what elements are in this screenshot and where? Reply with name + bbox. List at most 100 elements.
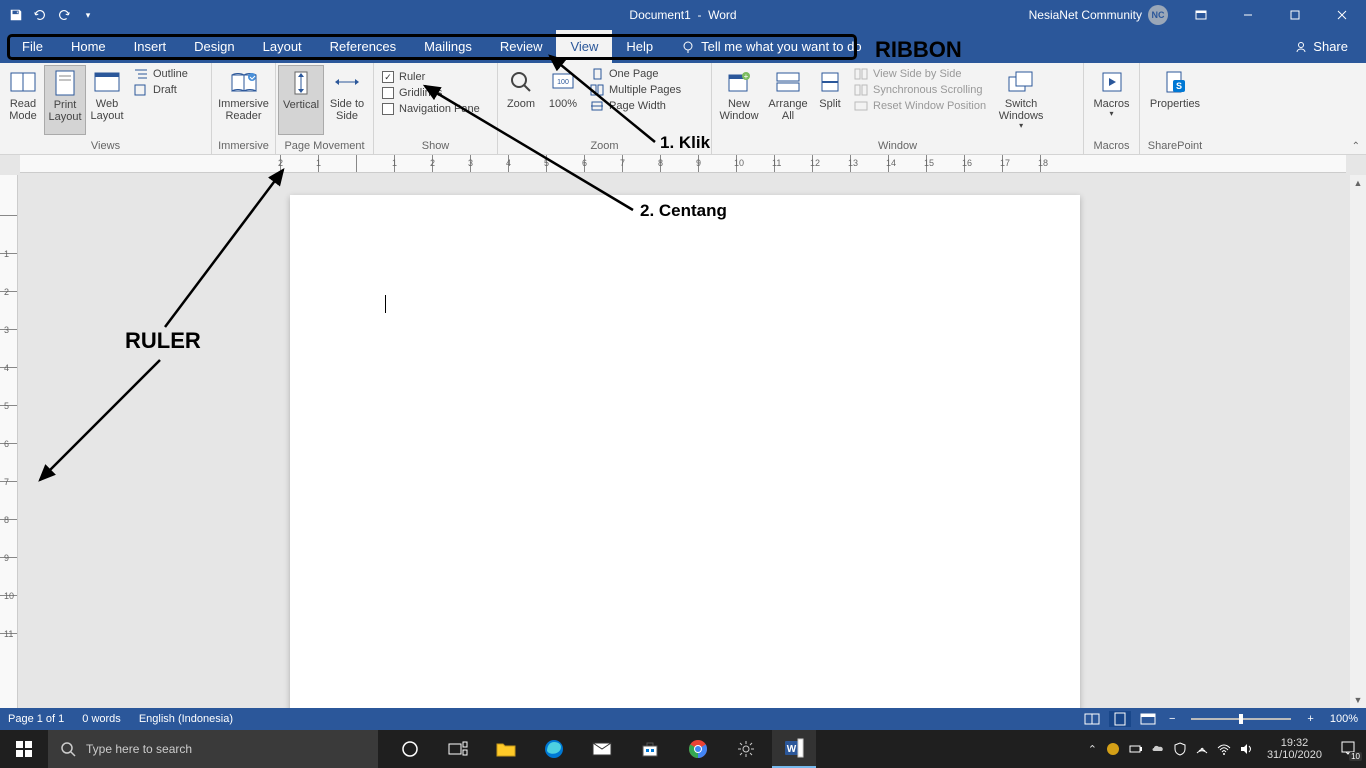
checkbox-icon [382,87,394,99]
tab-insert[interactable]: Insert [120,30,181,63]
zoom-in-button[interactable]: + [1303,713,1317,725]
share-button[interactable]: Share [1276,30,1366,63]
macros-icon [1098,68,1126,96]
store-button[interactable] [628,730,672,768]
status-bar: Page 1 of 1 0 words English (Indonesia) … [0,708,1366,730]
document-page[interactable] [290,195,1080,708]
tab-review[interactable]: Review [486,30,557,63]
side-to-side-button[interactable]: Side to Side [324,65,370,135]
one-page-button[interactable]: One Page [590,68,681,80]
properties-button[interactable]: S Properties [1145,65,1205,135]
undo-button[interactable] [29,4,51,26]
tray-chevron-icon[interactable]: ⌃ [1088,743,1097,756]
tray-volume-icon[interactable] [1239,742,1253,756]
save-button[interactable] [5,4,27,26]
immersive-reader-button[interactable]: Immersive Reader [216,65,272,135]
word-taskbar-button[interactable]: W [772,730,816,768]
tray-clock[interactable]: 19:32 31/10/2020 [1261,737,1328,761]
taskbar-search[interactable]: Type here to search [48,730,378,768]
file-explorer-button[interactable] [484,730,528,768]
windows-icon [16,741,32,757]
tab-design[interactable]: Design [180,30,248,63]
svg-text:W: W [787,744,797,755]
zoom-100-icon: 100 [549,68,577,96]
cortana-button[interactable] [388,730,432,768]
print-layout-view-icon[interactable] [1109,711,1131,727]
collapse-ribbon-button[interactable]: ⌃ [1352,141,1360,152]
zoom-slider[interactable] [1191,718,1291,720]
customize-qat-button[interactable]: ▾ [77,4,99,26]
notification-button[interactable]: 10 [1336,740,1360,759]
split-button[interactable]: Split [812,65,848,135]
scroll-up-button[interactable]: ▲ [1350,175,1366,191]
switch-windows-button[interactable]: Switch Windows▾ [992,65,1050,135]
edge-button[interactable] [532,730,576,768]
chrome-button[interactable] [676,730,720,768]
maximize-button[interactable] [1272,0,1317,30]
macros-group-label: Macros [1084,140,1139,154]
minimize-button[interactable] [1225,0,1270,30]
svg-text:+: + [744,72,749,81]
tab-mailings[interactable]: Mailings [410,30,486,63]
tab-help[interactable]: Help [612,30,667,63]
checkbox-icon [382,103,394,115]
start-button[interactable] [0,730,48,768]
read-mode-button[interactable]: Read Mode [2,65,44,135]
settings-button[interactable] [724,730,768,768]
read-mode-view-icon[interactable] [1081,711,1103,727]
show-group-label: Show [374,140,497,154]
page-width-button[interactable]: Page Width [590,100,681,112]
print-layout-button[interactable]: Print Layout [44,65,86,135]
zoom-out-button[interactable]: − [1165,713,1179,725]
macros-button[interactable]: Macros▾ [1087,65,1137,135]
tray-defender-icon[interactable] [1173,742,1187,756]
status-language[interactable]: English (Indonesia) [139,713,233,725]
close-button[interactable] [1319,0,1364,30]
zoom-level[interactable]: 100% [1330,713,1358,725]
tab-home[interactable]: Home [57,30,120,63]
outline-button[interactable]: Outline [134,68,188,80]
new-window-icon: + [725,68,753,96]
draft-button[interactable]: Draft [134,84,188,96]
user-account[interactable]: NesiaNet Community NC [1029,5,1168,25]
taskbar: Type here to search W ⌃ 19:32 31/10/2020… [0,730,1366,768]
tab-file[interactable]: File [8,30,57,63]
status-words[interactable]: 0 words [82,713,121,725]
sharepoint-group-label: SharePoint [1140,140,1210,154]
status-page[interactable]: Page 1 of 1 [8,713,64,725]
arrange-all-button[interactable]: Arrange All [764,65,812,135]
navigation-pane-checkbox[interactable]: Navigation Pane [382,103,480,115]
tab-view[interactable]: View [556,30,612,63]
zoom-button[interactable]: Zoom [500,65,542,135]
gridlines-checkbox[interactable]: Gridlines [382,87,480,99]
multiple-pages-button[interactable]: Multiple Pages [590,84,681,96]
ribbon-display-options-button[interactable] [1178,0,1223,30]
vertical-scrollbar[interactable]: ▲ ▼ [1350,175,1366,708]
task-view-button[interactable] [436,730,480,768]
tray-onedrive-icon[interactable] [1151,742,1165,756]
vertical-button[interactable]: Vertical [278,65,324,135]
tab-references[interactable]: References [316,30,410,63]
web-layout-view-icon[interactable] [1137,711,1159,727]
properties-icon: S [1161,68,1189,96]
web-layout-button[interactable]: Web Layout [86,65,128,135]
tell-me-search[interactable]: Tell me what you want to do [667,30,861,63]
title-bar: ▾ Document1 - Word NesiaNet Community NC [0,0,1366,30]
new-window-button[interactable]: + New Window [714,65,764,135]
tray-app-icon[interactable] [1105,742,1121,756]
tab-layout[interactable]: Layout [249,30,316,63]
zoom-100-button[interactable]: 100 100% [542,65,584,135]
tray-battery-icon[interactable] [1129,742,1143,756]
tray-network-icon[interactable] [1195,742,1209,756]
quick-access-toolbar: ▾ [0,0,99,30]
task-view-icon [448,741,468,757]
redo-button[interactable] [53,4,75,26]
vertical-ruler[interactable]: 1 23 45 67 89 1011 [0,175,18,708]
tray-wifi-icon[interactable] [1217,742,1231,756]
store-icon [641,740,659,758]
draft-icon [134,84,148,96]
scroll-down-button[interactable]: ▼ [1350,692,1366,708]
horizontal-ruler[interactable]: 21 1 23 45 67 89 1011 1213 1415 1617 18 [20,155,1346,173]
ruler-checkbox[interactable]: ✓Ruler [382,71,480,83]
mail-button[interactable] [580,730,624,768]
